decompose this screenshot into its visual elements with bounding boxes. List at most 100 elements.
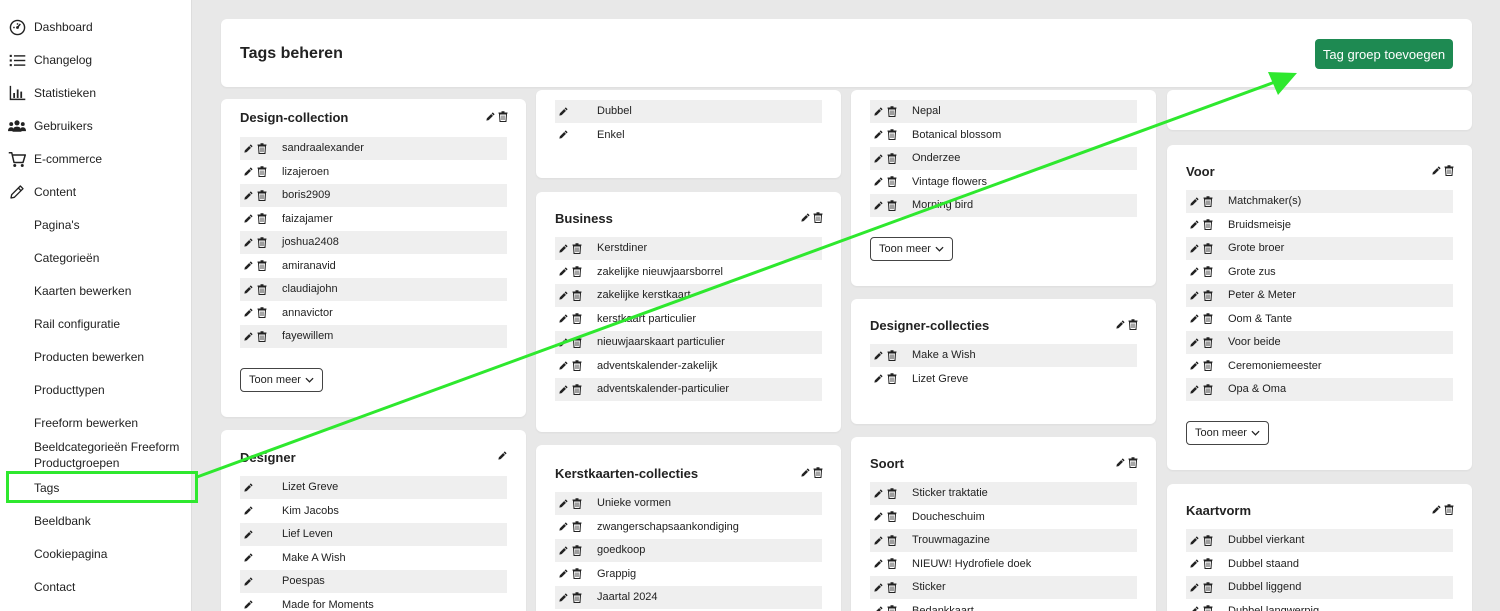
edit-icon[interactable] (243, 529, 254, 540)
trash-icon[interactable] (257, 190, 267, 201)
trash-icon[interactable] (1203, 558, 1213, 570)
sidebar-item-dashboard[interactable]: Dashboard (0, 12, 192, 42)
trash-icon[interactable] (1203, 196, 1213, 207)
edit-icon[interactable] (1431, 504, 1442, 515)
trash-icon[interactable] (572, 568, 582, 580)
edit-icon[interactable] (497, 450, 508, 461)
trash-icon[interactable] (887, 535, 897, 546)
edit-icon[interactable] (558, 360, 569, 371)
trash-icon[interactable] (257, 237, 267, 248)
edit-icon[interactable] (1189, 196, 1200, 207)
edit-icon[interactable] (243, 505, 254, 516)
add-tag-group-button[interactable]: Tag groep toevoegen (1315, 39, 1453, 69)
sidebar-item-rail-configuratie[interactable]: Rail configuratie (0, 309, 192, 339)
trash-icon[interactable] (1203, 535, 1213, 546)
edit-icon[interactable] (558, 384, 569, 395)
edit-icon[interactable] (243, 213, 254, 224)
edit-icon[interactable] (243, 482, 254, 493)
trash-icon[interactable] (257, 143, 267, 154)
edit-icon[interactable] (558, 498, 569, 509)
edit-icon[interactable] (873, 488, 884, 499)
sidebar-item-freeform-bewerken[interactable]: Freeform bewerken (0, 408, 192, 438)
edit-icon[interactable] (873, 129, 884, 140)
edit-icon[interactable] (558, 243, 569, 254)
edit-icon[interactable] (558, 266, 569, 277)
edit-icon[interactable] (558, 129, 569, 140)
edit-icon[interactable] (558, 545, 569, 556)
trash-icon[interactable] (1444, 165, 1454, 176)
trash-icon[interactable] (887, 582, 897, 593)
trash-icon[interactable] (257, 331, 267, 342)
trash-icon[interactable] (257, 213, 267, 225)
show-more-button[interactable]: Toon meer (870, 237, 953, 261)
edit-icon[interactable] (558, 106, 569, 117)
trash-icon[interactable] (887, 129, 897, 141)
trash-icon[interactable] (813, 467, 823, 478)
trash-icon[interactable] (1203, 266, 1213, 278)
trash-icon[interactable] (257, 284, 267, 295)
edit-icon[interactable] (873, 200, 884, 211)
edit-icon[interactable] (558, 337, 569, 348)
sidebar-item-paginas[interactable]: Pagina's (0, 210, 192, 240)
trash-icon[interactable] (1203, 313, 1213, 325)
trash-icon[interactable] (572, 498, 582, 509)
edit-icon[interactable] (243, 599, 254, 610)
edit-icon[interactable] (243, 331, 254, 342)
sidebar-item-statistieken[interactable]: Statistieken (0, 78, 192, 108)
trash-icon[interactable] (887, 373, 897, 385)
sidebar-item-categorieen[interactable]: Categorieën (0, 243, 192, 273)
edit-icon[interactable] (243, 166, 254, 177)
edit-icon[interactable] (1189, 219, 1200, 230)
sidebar-item-producttypen[interactable]: Producttypen (0, 375, 192, 405)
sidebar-item-content[interactable]: Content (0, 177, 192, 207)
trash-icon[interactable] (887, 350, 897, 361)
edit-icon[interactable] (873, 558, 884, 569)
edit-icon[interactable] (485, 111, 496, 122)
trash-icon[interactable] (887, 106, 897, 117)
edit-icon[interactable] (1189, 313, 1200, 324)
trash-icon[interactable] (887, 511, 897, 523)
edit-icon[interactable] (1115, 457, 1126, 468)
trash-icon[interactable] (887, 558, 897, 570)
edit-icon[interactable] (1189, 290, 1200, 301)
edit-icon[interactable] (873, 106, 884, 117)
sidebar-item-beeldcategorieen[interactable]: Beeldcategorieën Freeform Productgroepen (0, 438, 192, 472)
edit-icon[interactable] (873, 605, 884, 611)
trash-icon[interactable] (1203, 290, 1213, 301)
edit-icon[interactable] (1189, 535, 1200, 546)
trash-icon[interactable] (572, 290, 582, 301)
trash-icon[interactable] (887, 176, 897, 188)
edit-icon[interactable] (243, 143, 254, 154)
edit-icon[interactable] (1431, 165, 1442, 176)
sidebar-item-cookiepagina[interactable]: Cookiepagina (0, 539, 192, 569)
trash-icon[interactable] (572, 521, 582, 533)
trash-icon[interactable] (1444, 504, 1454, 515)
trash-icon[interactable] (572, 266, 582, 278)
sidebar-item-changelog[interactable]: Changelog (0, 45, 192, 75)
trash-icon[interactable] (1128, 457, 1138, 468)
sidebar-item-gebruikers[interactable]: Gebruikers (0, 111, 192, 141)
trash-icon[interactable] (257, 307, 267, 319)
edit-icon[interactable] (558, 521, 569, 532)
trash-icon[interactable] (498, 111, 508, 122)
edit-icon[interactable] (873, 350, 884, 361)
show-more-button[interactable]: Toon meer (1186, 421, 1269, 445)
trash-icon[interactable] (1128, 319, 1138, 330)
sidebar-item-contact[interactable]: Contact (0, 572, 192, 602)
edit-icon[interactable] (1189, 558, 1200, 569)
edit-icon[interactable] (1189, 337, 1200, 348)
trash-icon[interactable] (572, 384, 582, 395)
trash-icon[interactable] (257, 260, 267, 272)
trash-icon[interactable] (257, 166, 267, 178)
edit-icon[interactable] (558, 290, 569, 301)
trash-icon[interactable] (572, 545, 582, 556)
edit-icon[interactable] (1189, 605, 1200, 611)
edit-icon[interactable] (1189, 360, 1200, 371)
trash-icon[interactable] (572, 360, 582, 372)
trash-icon[interactable] (572, 243, 582, 254)
trash-icon[interactable] (887, 605, 897, 611)
edit-icon[interactable] (1189, 243, 1200, 254)
edit-icon[interactable] (1189, 582, 1200, 593)
edit-icon[interactable] (243, 190, 254, 201)
show-more-button[interactable]: Toon meer (240, 368, 323, 392)
